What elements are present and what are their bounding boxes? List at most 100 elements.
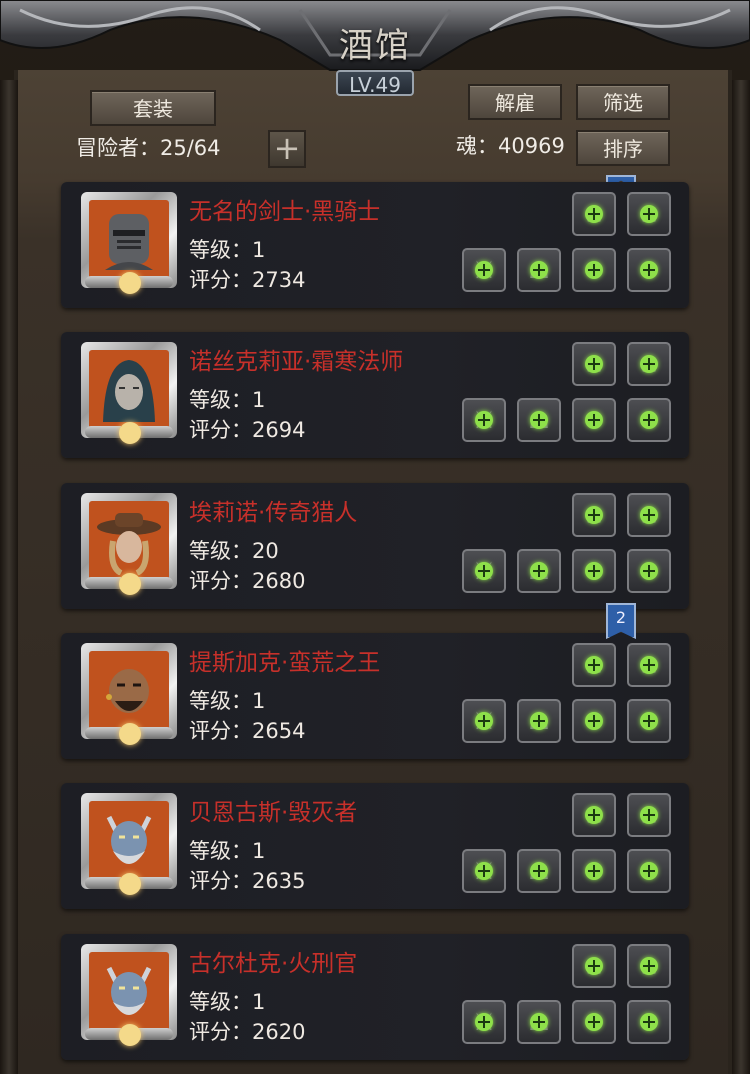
equipment-slot[interactable]: ⧗ xyxy=(627,192,671,236)
equipment-slot[interactable]: ⧗ xyxy=(627,643,671,687)
demon-avatar-icon xyxy=(89,952,169,1032)
equipment-slot[interactable]: ☗ xyxy=(517,248,561,292)
add-equipment-icon xyxy=(640,712,658,730)
equipment-slot[interactable] xyxy=(572,398,616,442)
equipment-slot[interactable]: ☗ xyxy=(517,398,561,442)
add-equipment-icon xyxy=(475,862,493,880)
equipment-slot[interactable] xyxy=(627,849,671,893)
hero-portrait[interactable] xyxy=(81,342,177,444)
add-equipment-icon xyxy=(640,562,658,580)
add-equipment-icon xyxy=(475,562,493,580)
hero-card[interactable]: 埃莉诺·传奇猎人等级：20 评分：2680 ⧗⧗ ⚔☗ xyxy=(61,483,689,609)
equipment-slot[interactable]: ⧗ xyxy=(572,643,616,687)
frame-wing-icon xyxy=(85,877,121,889)
page-title: 酒馆 xyxy=(339,26,411,66)
frame-wing-icon xyxy=(137,1028,173,1040)
add-equipment-icon xyxy=(640,261,658,279)
hero-portrait[interactable] xyxy=(81,944,177,1046)
add-equipment-icon xyxy=(640,506,658,524)
hero-level: 等级：1 xyxy=(189,238,266,262)
hero-card[interactable]: 提斯加克·蛮荒之王等级：1 评分：2654 ⧗⧗ ⚔☗ xyxy=(61,633,689,759)
equipment-slot[interactable]: ⧗ xyxy=(572,493,616,537)
equipment-slot[interactable] xyxy=(572,699,616,743)
equipment-slot[interactable] xyxy=(572,849,616,893)
hero-portrait[interactable] xyxy=(81,793,177,895)
add-equipment-icon xyxy=(585,506,603,524)
hero-score: 评分：2654 xyxy=(189,719,306,743)
hero-name: 无名的剑士·黑骑士 xyxy=(189,199,381,225)
add-equipment-icon xyxy=(585,562,603,580)
frame-wing-icon xyxy=(85,577,121,589)
equipment-slot[interactable]: ☗ xyxy=(517,699,561,743)
hero-portrait[interactable] xyxy=(81,643,177,745)
equipment-slot[interactable]: ☗ xyxy=(517,849,561,893)
soul-count: 魂：40969 xyxy=(456,134,565,158)
frame-wing-icon xyxy=(137,276,173,288)
equipment-slot[interactable] xyxy=(572,549,616,593)
equipment-slot[interactable] xyxy=(572,248,616,292)
add-equipment-icon xyxy=(475,712,493,730)
crescent-moon-icon xyxy=(119,1024,141,1046)
crescent-moon-icon xyxy=(119,873,141,895)
equipment-slot[interactable]: ☗ xyxy=(517,1000,561,1044)
equipment-slot[interactable]: ⧗ xyxy=(572,944,616,988)
add-slot-button[interactable]: + xyxy=(268,130,306,168)
equipment-slot[interactable] xyxy=(627,549,671,593)
hero-card[interactable]: 古尔杜克·火刑官等级：1 评分：2620 ⧗⧗ ⚔☗ xyxy=(61,934,689,1060)
equipment-slot[interactable]: ⚔ xyxy=(462,1000,506,1044)
sort-button[interactable]: 排序 xyxy=(576,130,670,166)
equipment-slot[interactable]: ⧗ xyxy=(572,793,616,837)
equipment-slot[interactable]: ⚔ xyxy=(462,248,506,292)
hooded-mage-avatar-icon xyxy=(89,350,169,430)
add-equipment-icon xyxy=(585,1013,603,1031)
filter-button[interactable]: 筛选 xyxy=(576,84,670,120)
equipment-slot[interactable] xyxy=(627,1000,671,1044)
equipment-slot[interactable]: ⧗ xyxy=(627,793,671,837)
hero-portrait[interactable] xyxy=(81,493,177,595)
hero-score: 评分：2734 xyxy=(189,268,306,292)
add-equipment-icon xyxy=(640,656,658,674)
outfit-button[interactable]: 套装 xyxy=(90,90,216,126)
equipment-slot[interactable]: ⧗ xyxy=(572,342,616,386)
hero-name: 埃莉诺·传奇猎人 xyxy=(189,500,358,526)
add-equipment-icon xyxy=(640,205,658,223)
adventurer-count: 冒险者：25/64 xyxy=(76,136,221,160)
add-equipment-icon xyxy=(585,656,603,674)
add-equipment-icon xyxy=(530,411,548,429)
hero-name: 贝恩古斯·毁灭者 xyxy=(189,800,358,826)
frame-wing-icon xyxy=(85,1028,121,1040)
hero-card[interactable]: 贝恩古斯·毁灭者等级：1 评分：2635 ⧗⧗ ⚔☗ xyxy=(61,783,689,909)
crescent-moon-icon xyxy=(119,723,141,745)
equipment-slot[interactable]: ⧗ xyxy=(627,944,671,988)
equipment-slot[interactable] xyxy=(627,248,671,292)
equipment-slot[interactable]: ⚔ xyxy=(462,849,506,893)
equipment-slot[interactable]: ⧗ xyxy=(572,192,616,236)
hero-portrait[interactable] xyxy=(81,192,177,294)
add-equipment-icon xyxy=(530,862,548,880)
left-frame-border xyxy=(0,80,18,1074)
hat-hunter-avatar-icon xyxy=(89,501,169,581)
add-equipment-icon xyxy=(640,806,658,824)
hero-score: 评分：2620 xyxy=(189,1020,306,1044)
dismiss-button[interactable]: 解雇 xyxy=(468,84,562,120)
hero-score: 评分：2694 xyxy=(189,418,306,442)
equipment-slot[interactable]: ⚔ xyxy=(462,549,506,593)
add-equipment-icon xyxy=(640,355,658,373)
equipment-slot[interactable]: ☗ xyxy=(517,549,561,593)
equipment-slot[interactable] xyxy=(627,398,671,442)
hero-card[interactable]: 诺丝克莉亚·霜寒法师等级：1 评分：2694 ⧗⧗ ⚔☗ xyxy=(61,332,689,458)
add-equipment-icon xyxy=(585,355,603,373)
frame-wing-icon xyxy=(85,426,121,438)
equipment-slot[interactable]: ⚔ xyxy=(462,699,506,743)
equipment-slot[interactable] xyxy=(627,699,671,743)
equipment-slot[interactable]: ⧗ xyxy=(627,342,671,386)
hero-card[interactable]: 无名的剑士·黑骑士等级：1 评分：2734 ⧗⧗ ⚔☗ xyxy=(61,182,689,308)
level-badge: LV.49 xyxy=(336,70,414,97)
crescent-moon-icon xyxy=(119,272,141,294)
equipment-slot[interactable] xyxy=(572,1000,616,1044)
add-equipment-icon xyxy=(585,261,603,279)
add-equipment-icon xyxy=(640,862,658,880)
demon-avatar-icon xyxy=(89,801,169,881)
equipment-slot[interactable]: ⚔ xyxy=(462,398,506,442)
equipment-slot[interactable]: ⧗ xyxy=(627,493,671,537)
